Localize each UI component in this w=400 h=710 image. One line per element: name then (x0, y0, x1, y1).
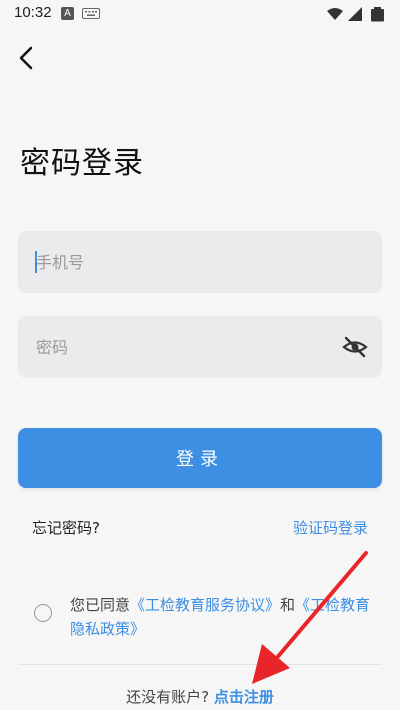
password-input[interactable] (36, 316, 336, 378)
back-button[interactable] (12, 42, 44, 74)
forgot-password-link[interactable]: 忘记密码? (32, 517, 100, 538)
agreement-radio[interactable] (34, 604, 52, 622)
register-prompt: 还没有账户? (126, 688, 210, 706)
register-link[interactable]: 点击注册 (214, 688, 274, 706)
agreement-text: 您已同意《工检教育服务协议》和《工检教育隐私政策》 (70, 593, 380, 641)
status-indicators (327, 7, 384, 22)
status-bar: 10:32 A (0, 0, 400, 28)
keyboard-icon (82, 8, 100, 19)
chevron-left-icon (19, 46, 33, 70)
agreement-connector: 和 (280, 596, 296, 614)
password-field[interactable] (18, 316, 382, 378)
register-row: 还没有账户? 点击注册 (0, 686, 400, 707)
battery-icon (371, 7, 384, 22)
agreement-prefix: 您已同意 (70, 596, 131, 614)
a-notification-icon: A (61, 7, 74, 20)
wifi-icon (327, 8, 343, 20)
signal-icon (348, 7, 362, 21)
phone-field[interactable] (18, 231, 382, 293)
code-login-link[interactable]: 验证码登录 (293, 517, 368, 538)
page-title: 密码登录 (20, 146, 144, 181)
service-agreement-link[interactable]: 《工检教育服务协议》 (130, 596, 280, 614)
divider (18, 664, 382, 665)
login-button[interactable]: 登录 (18, 428, 382, 488)
status-time: 10:32 (14, 4, 52, 21)
phone-input[interactable] (36, 231, 336, 293)
eye-off-icon[interactable] (342, 335, 368, 359)
